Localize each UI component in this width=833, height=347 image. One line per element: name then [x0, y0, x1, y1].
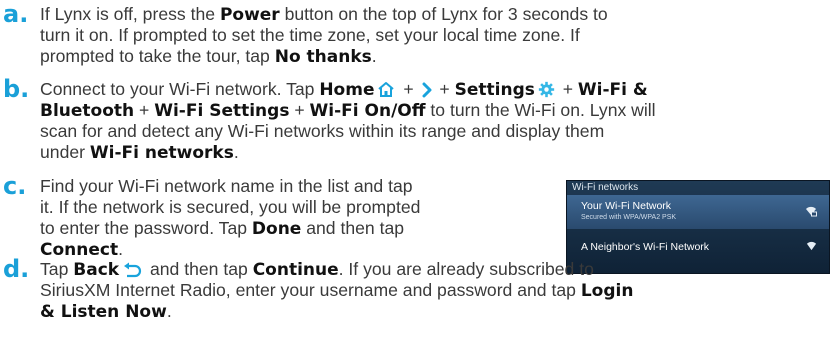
home-label: Home	[319, 80, 375, 100]
step-c-line-4: Connect.	[40, 239, 123, 260]
wifi-signal-locked-icon	[806, 206, 817, 217]
wifi-network-security: Secured with WPA/WPA2 PSK	[581, 214, 677, 221]
step-letter-b: b.	[3, 75, 30, 103]
done-label: Done	[251, 219, 302, 239]
step-c-line-2: it. If the network is secured, you will …	[40, 197, 421, 217]
step-d-line-2: SiriusXM Internet Radio, enter your user…	[40, 280, 634, 301]
step-c-line-1: Find your Wi-Fi network name in the list…	[40, 176, 413, 196]
step-a-text: If Lynx is off, press the Power button o…	[40, 4, 608, 67]
step-b-text: Connect to your Wi-Fi network. Tap Home …	[40, 79, 656, 163]
wifi-networks-header: Wi-Fi networks	[572, 182, 639, 193]
step-c-line-3: to enter the password. Tap Done and then…	[40, 218, 405, 239]
wifi-settings-label: Wi-Fi Settings	[154, 101, 290, 121]
step-d-line-1: Tap Back and then tap Continue. If you a…	[40, 259, 594, 280]
listen-now-label: & Listen Now	[40, 302, 167, 322]
connect-label: Connect	[40, 240, 119, 260]
step-b-line-3: scan for and detect any Wi-Fi networks w…	[40, 121, 605, 141]
step-b-line-1: Connect to your Wi-Fi network. Tap Home …	[40, 79, 648, 100]
step-c-text: Find your Wi-Fi network name in the list…	[40, 176, 420, 260]
step-d-line-3: & Listen Now.	[40, 301, 172, 322]
step-letter-c: c.	[3, 172, 27, 200]
chevron-right-icon	[422, 82, 432, 98]
step-b-line-4: under Wi-Fi networks.	[40, 142, 239, 163]
power-label: Power	[219, 5, 280, 25]
login-label: Login	[580, 281, 634, 301]
wifi-network-name: A Neighbor's Wi-Fi Network	[581, 241, 710, 253]
gear-icon	[538, 81, 555, 98]
step-d-text: Tap Back and then tap Continue. If you a…	[40, 259, 633, 322]
step-letter-d: d.	[3, 255, 30, 283]
no-thanks-label: No thanks	[274, 47, 372, 67]
back-arrow-icon	[124, 262, 142, 278]
wifi-onoff-label: Wi-Fi On/Off	[309, 101, 426, 121]
wifi-networks-label: Wi-Fi networks	[89, 143, 234, 163]
step-a-line-1: If Lynx is off, press the Power button o…	[40, 4, 608, 25]
step-b-line-2: Bluetooth + Wi-Fi Settings + Wi-Fi On/Of…	[40, 100, 656, 121]
step-a-line-3: prompted to take the tour, tap No thanks…	[40, 46, 377, 67]
settings-label: Settings	[454, 80, 535, 100]
continue-label: Continue	[252, 260, 339, 280]
wifi-bluetooth-label: Wi-Fi &	[577, 80, 648, 100]
back-label: Back	[73, 260, 120, 280]
wifi-signal-icon	[806, 241, 817, 251]
wifi-network-name: Your Wi-Fi Network	[581, 200, 672, 212]
home-icon	[378, 82, 395, 97]
step-a-line-2: turn it on. If prompted to set the time …	[40, 25, 580, 45]
bluetooth-label: Bluetooth	[40, 101, 135, 121]
wifi-network-item-yours[interactable]: Your Wi-Fi Network Secured with WPA/WPA2…	[567, 195, 829, 229]
step-letter-a: a.	[3, 0, 29, 28]
